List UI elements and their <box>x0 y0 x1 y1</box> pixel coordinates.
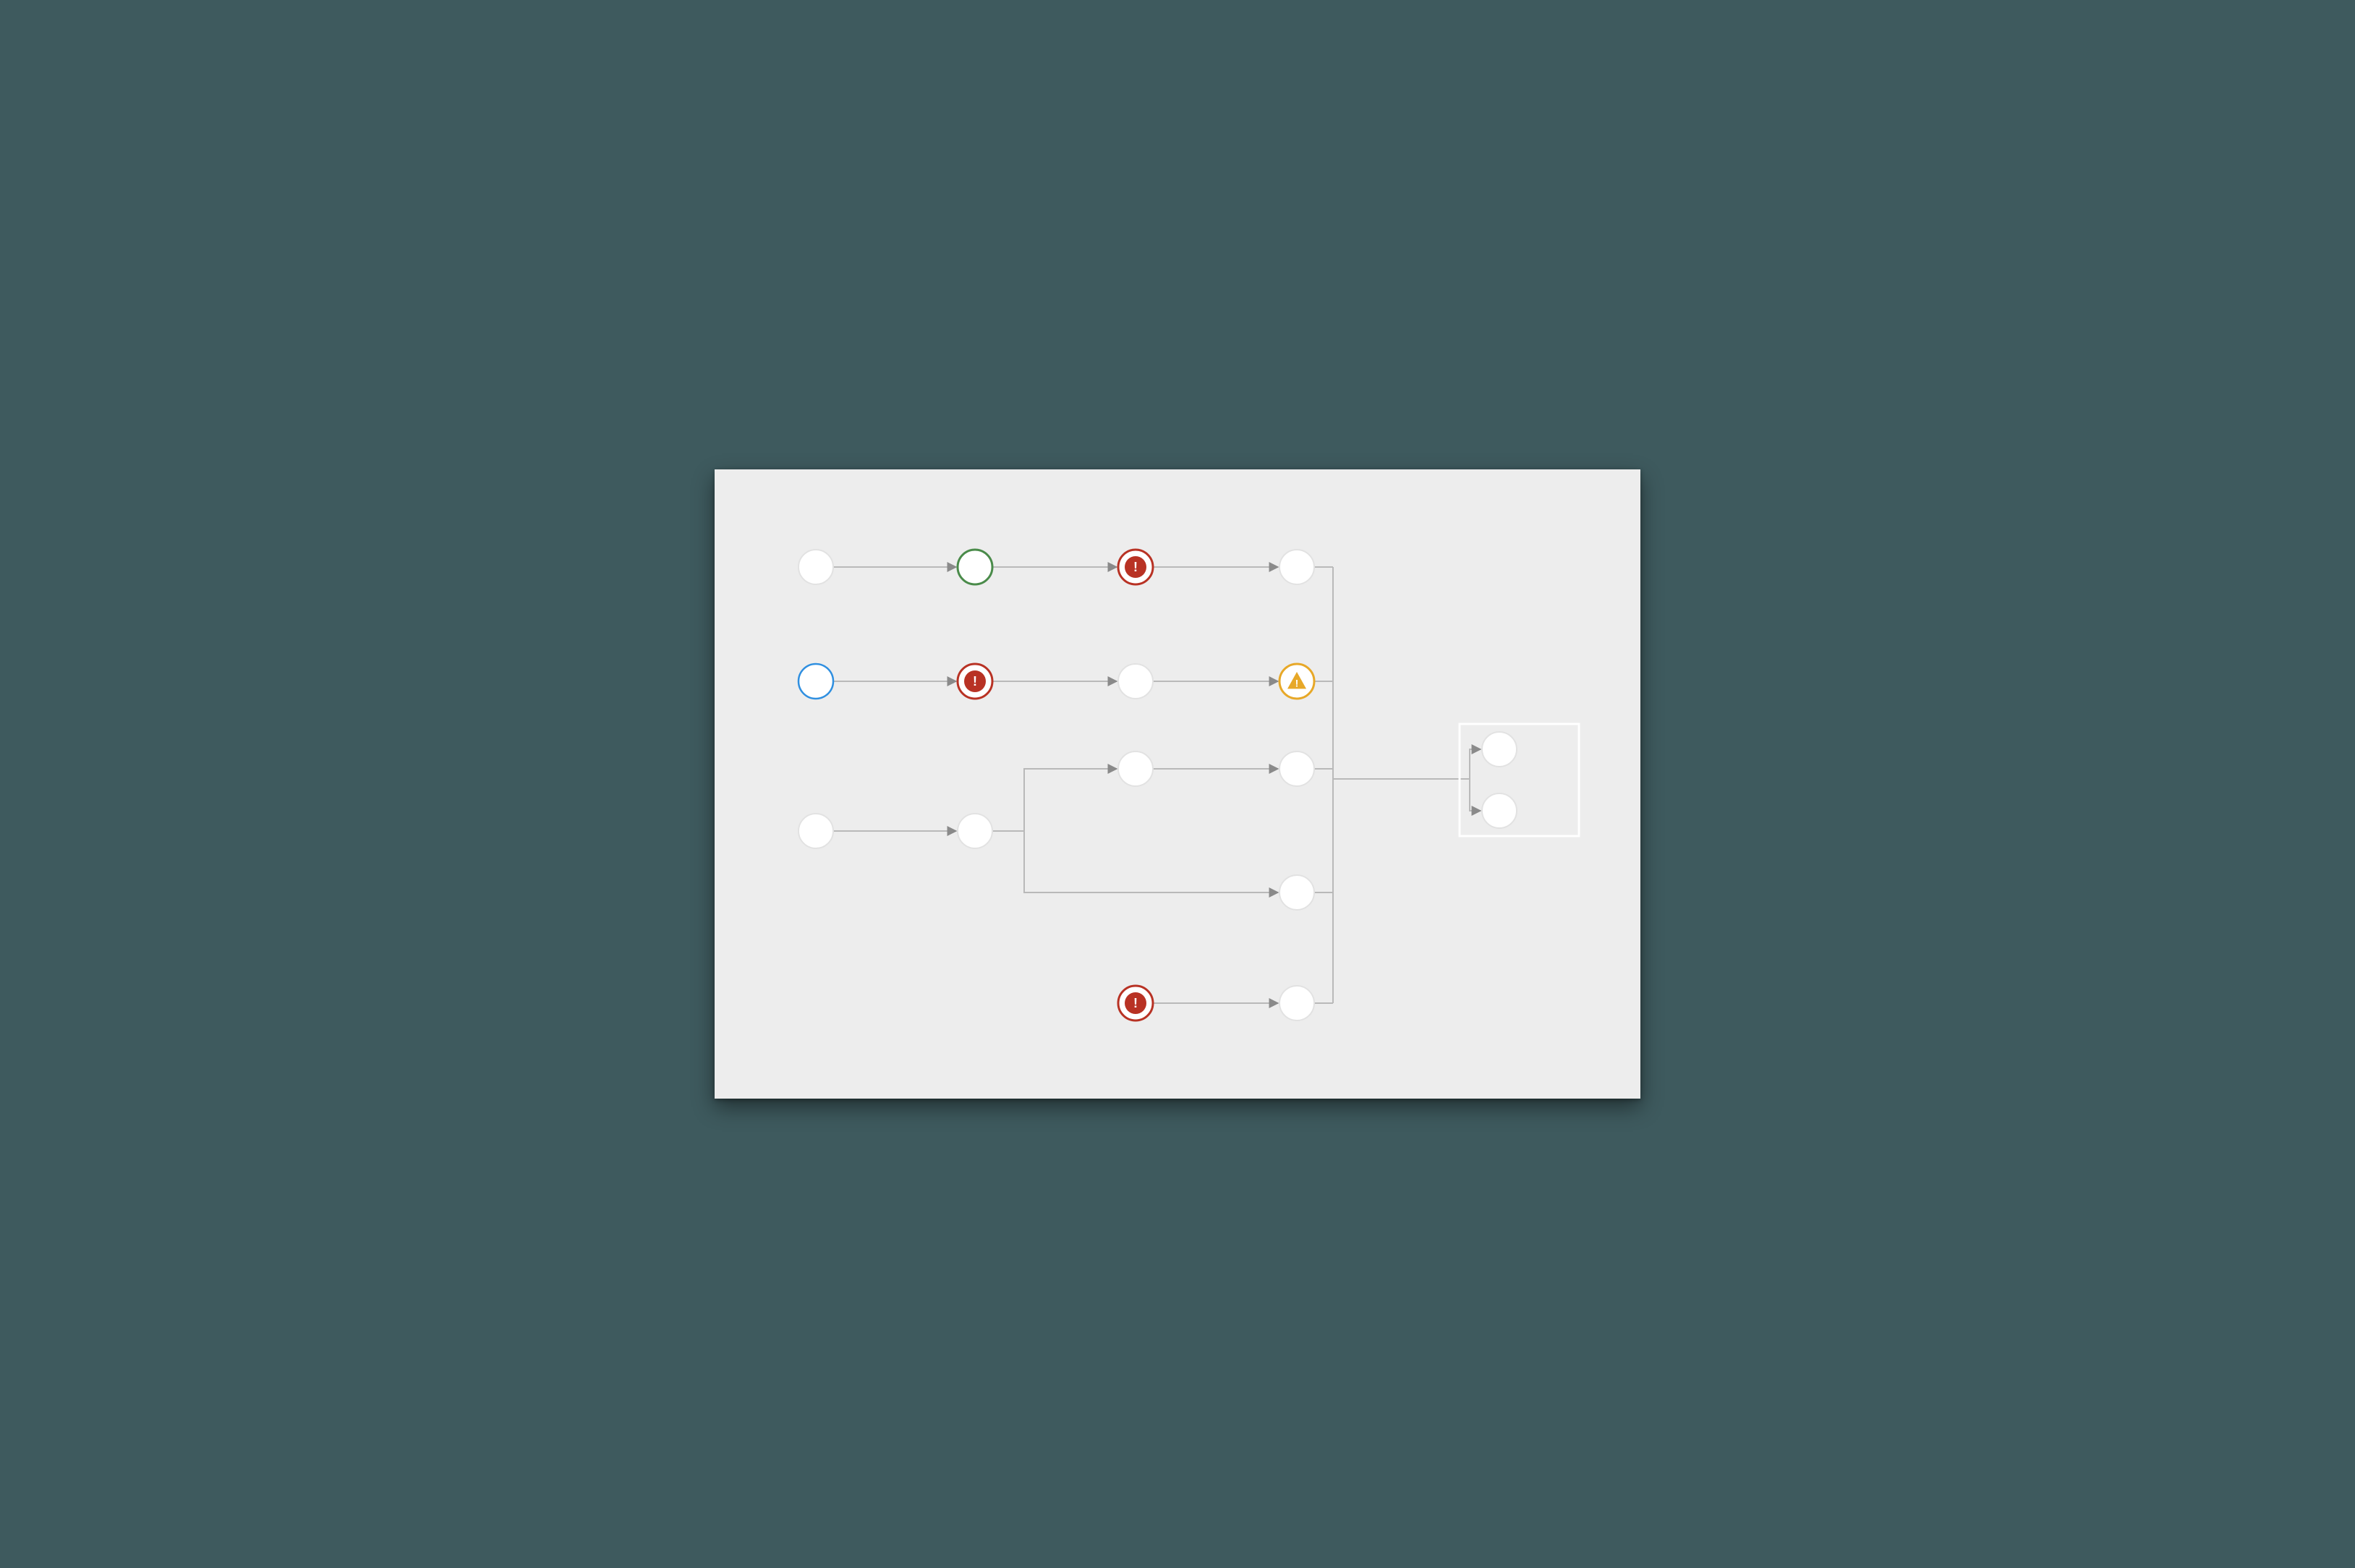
node-r1c4[interactable] <box>1279 550 1314 584</box>
edge <box>992 831 1278 892</box>
node-r1c1[interactable] <box>799 550 833 584</box>
node-r2c4[interactable]: ! <box>1279 664 1314 699</box>
node-r4c2[interactable] <box>958 814 992 848</box>
node-r5c4[interactable] <box>1279 875 1314 910</box>
node-r2c2[interactable]: ! <box>958 664 992 699</box>
node-r2c3[interactable] <box>1118 664 1153 699</box>
node-g2[interactable] <box>1482 793 1517 828</box>
flow-svg: !!!! <box>715 469 1640 1099</box>
node-r3c2m[interactable] <box>1118 751 1153 786</box>
diagram-canvas: !!!! <box>715 469 1640 1099</box>
group-box <box>1460 724 1579 836</box>
exclamation-icon: ! <box>973 674 977 689</box>
node-r6c3[interactable]: ! <box>1118 986 1153 1021</box>
node-r2c1[interactable] <box>799 664 833 699</box>
node-g1[interactable] <box>1482 732 1517 767</box>
node-r4c1[interactable] <box>799 814 833 848</box>
exclamation-icon: ! <box>1295 678 1299 689</box>
node-r1c2[interactable] <box>958 550 992 584</box>
node-r1c3[interactable]: ! <box>1118 550 1153 584</box>
node-r3c4[interactable] <box>1279 751 1314 786</box>
exclamation-icon: ! <box>1133 996 1138 1010</box>
edge <box>992 769 1117 831</box>
node-r6c4[interactable] <box>1279 986 1314 1021</box>
exclamation-icon: ! <box>1133 560 1138 574</box>
